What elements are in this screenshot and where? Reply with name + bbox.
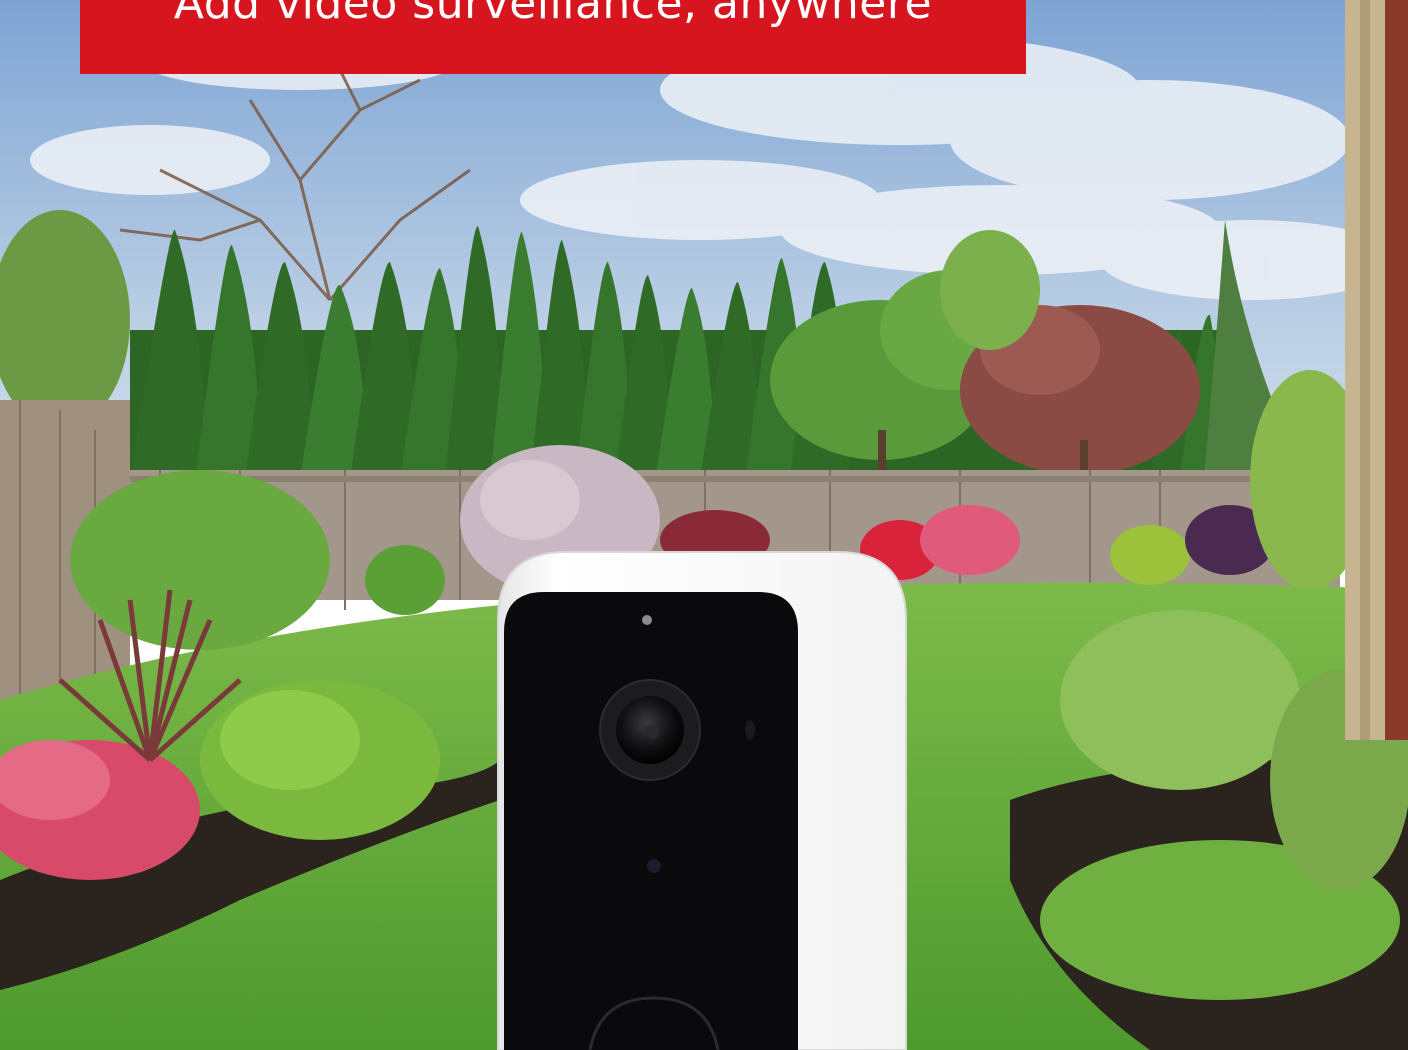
- house-wall: [1345, 0, 1408, 740]
- backyard-photo: [0, 0, 1408, 1050]
- headline-text: Add video surveillance, anywhere: [173, 0, 933, 29]
- camera-sensor: [647, 859, 661, 873]
- camera-indicator: [642, 615, 652, 625]
- camera-icon: [497, 551, 907, 1050]
- headline-banner: Add video surveillance, anywhere: [80, 0, 1026, 74]
